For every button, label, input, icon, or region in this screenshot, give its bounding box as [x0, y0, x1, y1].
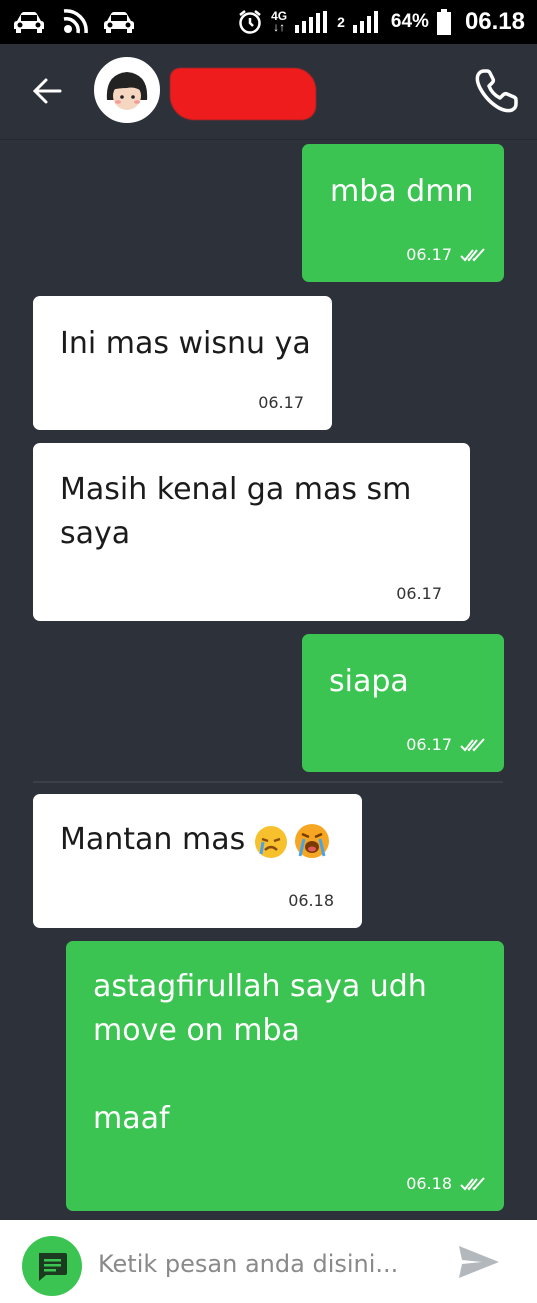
message-composer — [0, 1220, 537, 1303]
message-text: Masih kenal ga mas sm saya — [60, 472, 412, 551]
message-time: 06.17 — [406, 735, 452, 754]
message-text: mba dmn — [330, 174, 474, 209]
message-bubble-incoming[interactable]: Ini mas wisnu ya 06.17 — [33, 296, 332, 430]
message-bubble-incoming[interactable]: Mantan mas 06.18 — [33, 794, 362, 928]
network-type: 4G ↓↑ — [271, 9, 288, 34]
message-bubble-incoming[interactable]: Masih kenal ga mas sm saya 06.17 — [33, 443, 470, 621]
battery-icon — [436, 9, 451, 35]
alarm-icon — [239, 10, 261, 34]
chat-icon — [39, 1253, 67, 1281]
message-text: Ini mas wisnu ya — [60, 326, 311, 361]
sim2-label: 2 — [337, 14, 345, 30]
signal-icon — [352, 11, 378, 33]
message-time: 06.17 — [406, 245, 452, 264]
crying-face-emoji — [255, 826, 287, 858]
message-meta: 06.18 — [406, 1174, 486, 1193]
signal-icon — [295, 11, 328, 33]
avatar-icon — [106, 72, 148, 110]
message-time: 06.17 — [396, 584, 442, 603]
message-bubble-outgoing[interactable]: astagfirullah saya udh move on mba maaf … — [66, 941, 504, 1211]
avatar[interactable] — [94, 57, 160, 123]
chat-options-button[interactable] — [22, 1236, 82, 1296]
car-icon — [104, 12, 134, 33]
battery-percent: 64% — [390, 11, 429, 32]
chat-header — [0, 44, 537, 140]
message-bubble-outgoing[interactable]: mba dmn 06.17 — [302, 144, 504, 282]
clock: 06.18 — [464, 8, 525, 35]
message-time: 06.18 — [288, 891, 334, 910]
message-meta: 06.17 — [406, 735, 486, 754]
status-bar: 4G ↓↑ 2 64% 06.18 — [0, 0, 537, 44]
double-check-icon — [460, 737, 485, 751]
message-input[interactable] — [98, 1242, 438, 1286]
message-time: 06.18 — [406, 1174, 452, 1193]
wifi-hotspot-icon — [63, 9, 88, 34]
header-divider — [0, 139, 537, 140]
phone-icon[interactable] — [474, 68, 520, 114]
back-arrow-icon[interactable] — [30, 74, 64, 108]
message-text: Mantan mas — [60, 822, 246, 857]
message-text: siapa — [329, 664, 409, 699]
double-check-icon — [460, 247, 485, 261]
message-text: astagfirullah saya udh move on mba maaf — [93, 969, 427, 1136]
message-meta: 06.17 — [396, 584, 442, 603]
contact-name-redacted[interactable] — [170, 68, 316, 120]
loudly-crying-face-emoji — [295, 824, 329, 858]
message-meta: 06.18 — [288, 891, 334, 910]
message-meta: 06.17 — [406, 245, 486, 264]
car-icon — [14, 12, 44, 33]
message-time: 06.17 — [258, 393, 304, 412]
send-icon[interactable] — [456, 1242, 502, 1282]
double-check-icon — [460, 1176, 485, 1190]
message-bubble-outgoing[interactable]: siapa 06.17 — [302, 634, 504, 772]
message-meta: 06.17 — [258, 393, 304, 412]
day-divider — [33, 781, 503, 783]
